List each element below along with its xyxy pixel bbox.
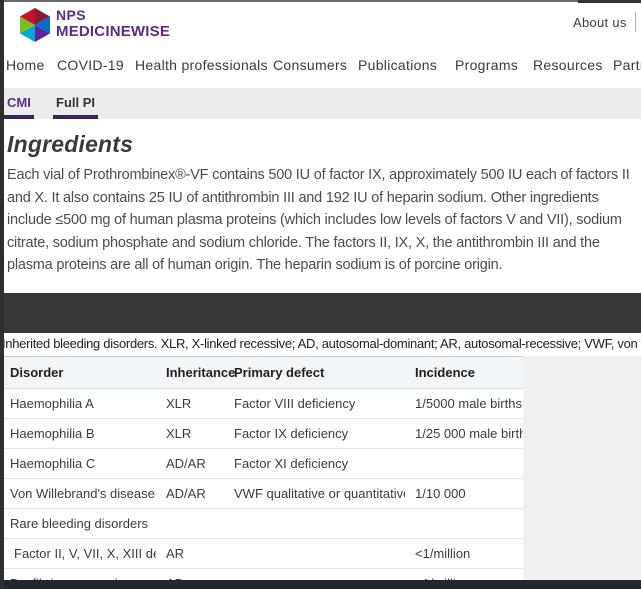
nav-item-home[interactable]: Home [6, 57, 45, 73]
cell-defect: Factor IX deficiency [224, 418, 405, 449]
cell-disorder: Haemophilia C [0, 448, 156, 479]
nps-logo-icon [20, 8, 50, 42]
nav-item-consumers[interactable]: Consumers [273, 57, 347, 73]
table-row: Haemophilia A XLR Factor VIII deficiency… [0, 388, 523, 419]
cell-disorder: Haemophilia A [0, 388, 156, 419]
ingredients-paragraph: Each vial of Prothrombinex®-VF contains … [7, 167, 630, 273]
tab-full-pi[interactable]: Full PI [53, 88, 98, 119]
nav-item-health-professionals[interactable]: Health professionals [135, 57, 268, 73]
table-row: Dysfibrinogenaemia AD <1/million [0, 568, 523, 580]
cell-disorder: Haemophilia B [0, 418, 156, 449]
logo-wordmark: NPS MEDICINEWISE [56, 8, 170, 39]
figure-caption: Inherited bleeding disorders. XLR, X-lin… [2, 336, 641, 351]
cell-incidence [405, 448, 523, 479]
cell-disorder: Factor II, V, VII, X, XIII deficiency [0, 538, 156, 569]
logo-line2: MEDICINEWISE [56, 23, 171, 40]
cell-defect [224, 538, 405, 569]
nav-item-resources[interactable]: Resources [533, 57, 603, 73]
cell-disorder: Von Willebrand's disease [0, 478, 156, 509]
section-label: Rare bleeding disorders [0, 508, 523, 539]
cell-inheritance: AD/AR [156, 478, 224, 509]
cell-defect: VWF qualitative or quantitative defect [224, 478, 405, 509]
cell-incidence: 1/10 000 [405, 478, 523, 509]
cell-inheritance: AD/AR [156, 448, 224, 479]
cell-inheritance: AR [156, 538, 224, 569]
cell-incidence: 1/5000 male births [405, 388, 523, 419]
cell-incidence: 1/25 000 male births [405, 418, 523, 449]
table-row: Haemophilia C AD/AR Factor XI deficiency [0, 448, 523, 479]
col-header-inheritance: Inheritance [156, 356, 235, 389]
figure-top-bar [0, 293, 641, 333]
logo-line1: NPS [56, 7, 86, 23]
window-left-edge [0, 0, 4, 589]
nav-item-covid-19[interactable]: COVID-19 [57, 57, 124, 73]
nav-item-programs[interactable]: Programs [455, 57, 518, 73]
table-row: Factor II, V, VII, X, XIII deficiency AR… [0, 538, 523, 569]
col-header-disorder: Disorder [0, 356, 156, 389]
tab-strip: CMI Full PI [0, 88, 641, 119]
table-header-row: Disorder Inheritance Primary defect Inci… [0, 356, 523, 389]
figure-bottom-bar [0, 580, 641, 589]
window-top-edge [0, 0, 641, 2]
col-header-incidence: Incidence [405, 356, 523, 389]
table-side-filler [523, 356, 641, 580]
cell-incidence: <1/million [405, 568, 523, 580]
cell-defect: Factor VIII deficiency [224, 388, 405, 419]
cell-inheritance: XLR [156, 388, 224, 419]
cell-disorder: Dysfibrinogenaemia [0, 568, 156, 580]
header-separator [635, 12, 636, 32]
tab-cmi[interactable]: CMI [4, 88, 34, 119]
about-us-link[interactable]: About us [573, 15, 627, 30]
nps-medicinewise-logo[interactable]: NPS MEDICINEWISE [20, 8, 170, 42]
cell-inheritance: AD [156, 568, 224, 580]
table-row: Haemophilia B XLR Factor IX deficiency 1… [0, 418, 523, 449]
table-row: Von Willebrand's disease AD/AR VWF quali… [0, 478, 523, 509]
cell-inheritance: XLR [156, 418, 224, 449]
cell-defect [224, 568, 405, 580]
nav-item-partners[interactable]: Partners [613, 57, 641, 73]
nav-item-publications[interactable]: Publications [358, 57, 437, 73]
cell-incidence: <1/million [405, 538, 523, 569]
col-header-primary-defect: Primary defect [224, 356, 405, 389]
bleeding-disorders-table: Disorder Inheritance Primary defect Inci… [0, 356, 523, 580]
table-section-row: Rare bleeding disorders [0, 508, 523, 539]
cell-defect: Factor XI deficiency [224, 448, 405, 479]
page-title: Ingredients [7, 131, 134, 157]
window-top-right-edge [578, 0, 641, 3]
